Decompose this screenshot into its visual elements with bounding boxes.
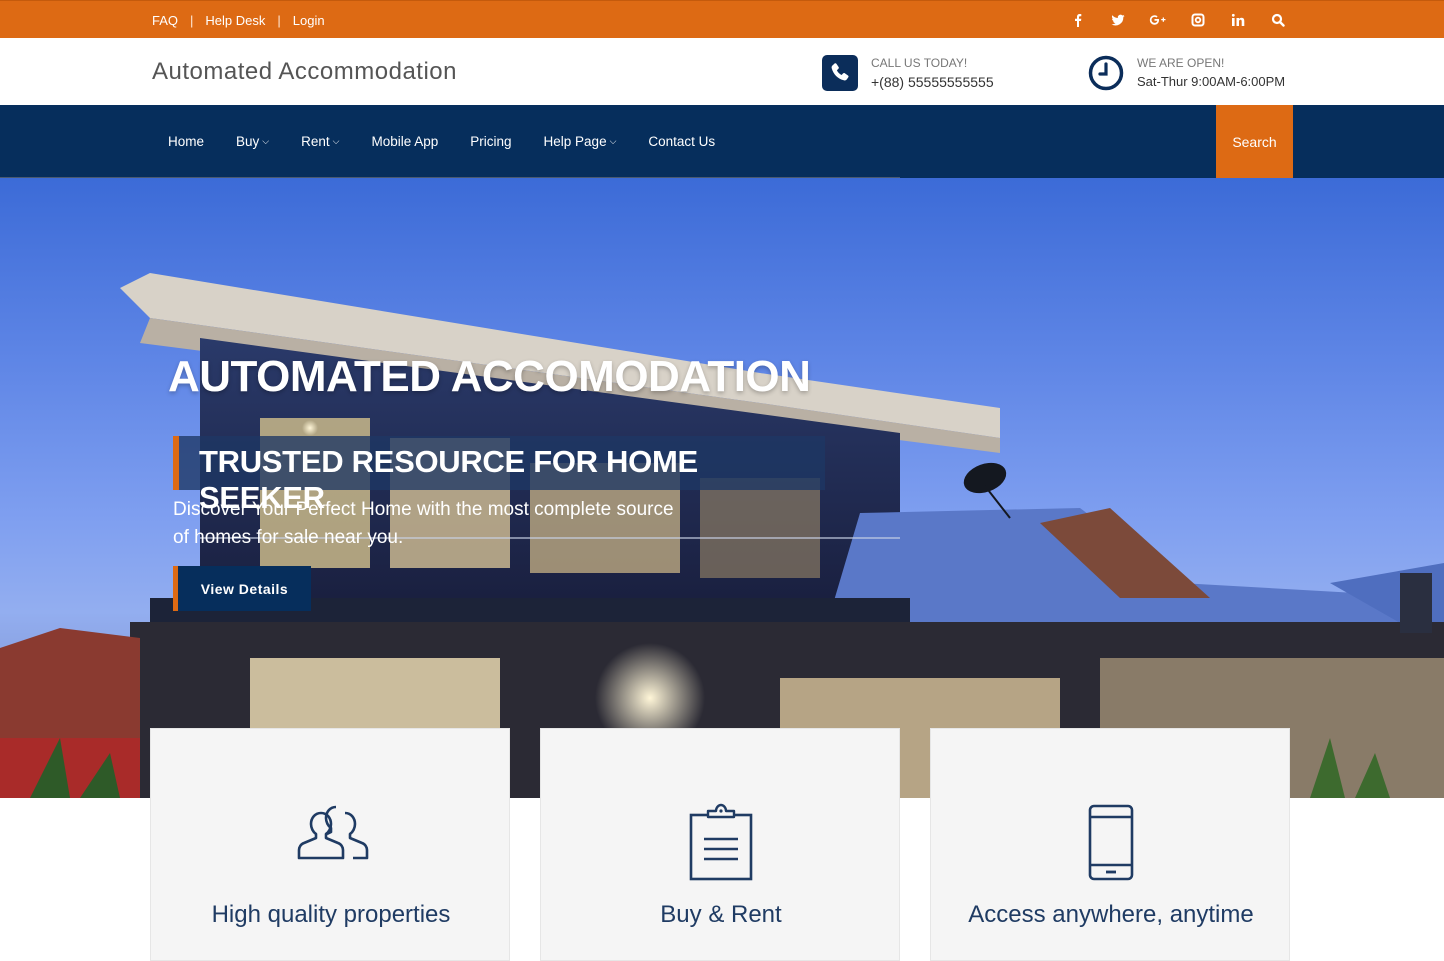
help-desk-link[interactable]: Help Desk: [205, 13, 265, 28]
hero-title: AUTOMATED ACCOMODATION: [168, 352, 811, 401]
view-details-button[interactable]: View Details: [173, 566, 311, 611]
faq-link[interactable]: FAQ: [152, 13, 178, 28]
call-info: CALL US TODAY! +(88) 55555555555: [822, 54, 994, 92]
feature-label: Access anywhere, anytime: [968, 901, 1254, 928]
nav-menu: Home Buy ⌵ Rent ⌵ Mobile App Pricing Help …: [152, 105, 731, 178]
twitter-icon[interactable]: [1098, 1, 1138, 39]
search-icon[interactable]: [1258, 1, 1298, 39]
chevron-down-icon: ⌵: [609, 136, 617, 146]
clock-icon: [1088, 55, 1124, 91]
divider: |: [277, 12, 281, 28]
nav-item-mobile-app[interactable]: Mobile App: [355, 105, 454, 178]
divider: |: [190, 12, 194, 28]
nav-item-label: Pricing: [470, 134, 512, 149]
chevron-down-icon: ⌵: [262, 136, 270, 146]
nav-item-help-page[interactable]: Help Page ⌵: [528, 105, 633, 178]
phone-icon: [822, 55, 858, 91]
nav-item-label: Rent: [301, 134, 330, 149]
nav-item-label: Help Page: [543, 134, 607, 149]
hours-label: WE ARE OPEN!: [1137, 56, 1225, 70]
search-button[interactable]: Search: [1216, 105, 1293, 178]
call-label: CALL US TODAY!: [871, 56, 968, 70]
nav-item-label: Buy: [236, 134, 260, 149]
linkedin-icon[interactable]: [1218, 1, 1258, 39]
clipboard-icon: [541, 803, 901, 883]
social-links: [1058, 1, 1298, 39]
feature-card-access: Access anywhere, anytime: [930, 728, 1290, 961]
users-icon: [151, 803, 511, 883]
nav-item-label: Contact Us: [648, 134, 716, 149]
site-logo[interactable]: Automated Accommodation: [152, 58, 457, 86]
nav-item-rent[interactable]: Rent ⌵: [285, 105, 355, 178]
nav-item-contact-us[interactable]: Contact Us: [632, 105, 731, 178]
nav-item-home[interactable]: Home: [152, 105, 220, 178]
hero-banner: AUTOMATED ACCOMODATION TRUSTED RESOURCE …: [0, 178, 1444, 798]
hours-info: WE ARE OPEN! Sat-Thur 9:00AM-6:00PM: [1088, 54, 1285, 92]
hero-subtitle-box: TRUSTED RESOURCE FOR HOME SEEKER: [173, 436, 825, 515]
login-link[interactable]: Login: [293, 13, 325, 28]
feature-label: High quality properties: [211, 901, 451, 928]
feature-card-buy-rent: Buy & Rent: [540, 728, 900, 961]
mobile-icon: [931, 803, 1291, 883]
hours-text: Sat-Thur 9:00AM-6:00PM: [1137, 74, 1286, 89]
feature-label: Buy & Rent: [660, 901, 782, 928]
nav-item-pricing[interactable]: Pricing: [454, 105, 527, 178]
call-phone[interactable]: +(88) 55555555555: [871, 72, 994, 92]
nav-item-label: Mobile App: [371, 134, 439, 149]
top-links: FAQ | Help Desk | Login: [152, 1, 325, 39]
hero-description: Discover Your Perfect Home with the most…: [173, 499, 674, 548]
feature-card-quality: High quality properties: [150, 728, 510, 961]
facebook-icon[interactable]: [1058, 1, 1098, 39]
nav-item-buy[interactable]: Buy ⌵: [220, 105, 285, 178]
chevron-down-icon: ⌵: [332, 136, 340, 146]
instagram-icon[interactable]: [1178, 1, 1218, 39]
main-nav: Home Buy ⌵ Rent ⌵ Mobile App Pricing Help …: [0, 105, 1444, 180]
nav-item-label: Home: [168, 134, 205, 149]
google-plus-icon[interactable]: [1138, 1, 1178, 39]
site-header: Automated Accommodation CALL US TODAY! +…: [0, 38, 1444, 105]
top-bar: FAQ | Help Desk | Login: [0, 0, 1444, 38]
